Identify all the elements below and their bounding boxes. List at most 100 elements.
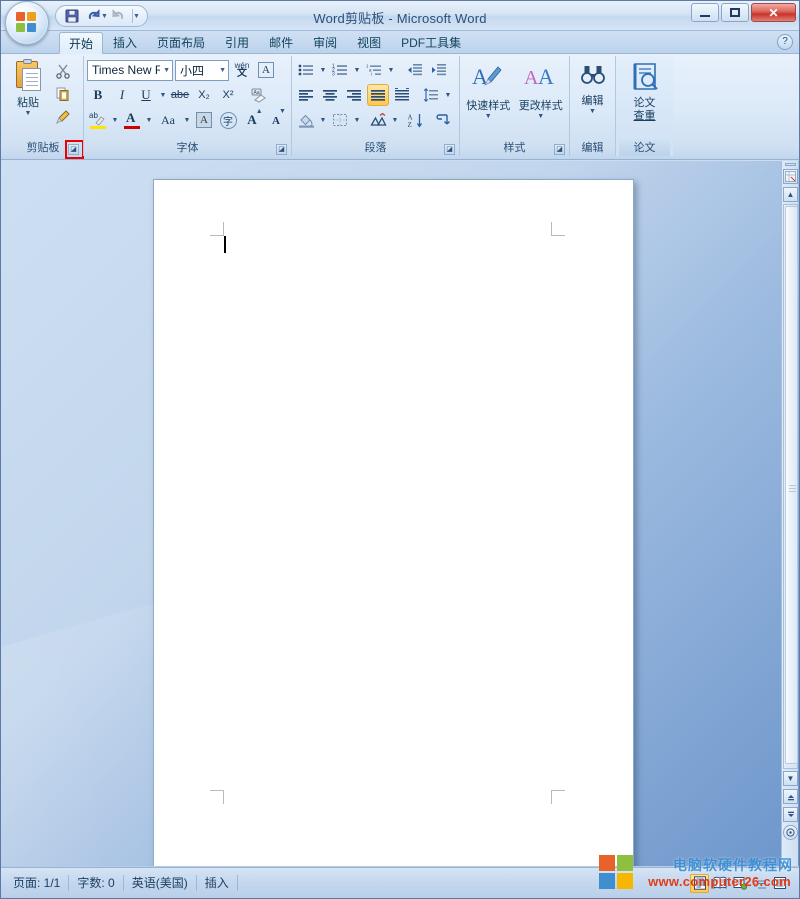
sort-button[interactable]: A Z bbox=[404, 109, 426, 131]
bold-button[interactable]: B bbox=[87, 84, 109, 106]
paste-dropdown-icon[interactable]: ▼ bbox=[25, 110, 32, 117]
superscript-button[interactable]: X² bbox=[217, 84, 239, 106]
italic-button[interactable]: I bbox=[111, 84, 133, 106]
show-marks-button[interactable] bbox=[431, 109, 453, 131]
thesis-check-button[interactable]: 论文 查重 bbox=[619, 58, 670, 130]
font-color-button[interactable]: A bbox=[121, 109, 143, 131]
tab-view[interactable]: 视图 bbox=[347, 31, 391, 53]
view-web-layout[interactable] bbox=[730, 874, 749, 893]
multilevel-list-button[interactable]: 1 a i bbox=[363, 59, 385, 81]
group-thesis: 论文 查重 论文 bbox=[615, 56, 673, 156]
highlight-dropdown-icon[interactable]: ▼ bbox=[111, 117, 119, 124]
char-shading-button[interactable]: A bbox=[193, 109, 215, 131]
line-spacing-dropdown-icon[interactable]: ▼ bbox=[444, 92, 452, 99]
view-outline[interactable] bbox=[750, 874, 769, 893]
font-dialog-launcher[interactable]: ◪ bbox=[276, 144, 287, 155]
align-left-button[interactable] bbox=[295, 84, 317, 106]
strikethrough-button[interactable]: abe bbox=[169, 84, 191, 106]
minimize-button[interactable] bbox=[691, 3, 719, 22]
borders-dropdown-icon[interactable]: ▼ bbox=[353, 117, 361, 124]
numbering-dropdown-icon[interactable]: ▼ bbox=[353, 67, 361, 74]
quick-styles-button[interactable]: A 快速样式 ▼ bbox=[463, 58, 514, 130]
maximize-button[interactable] bbox=[721, 3, 749, 22]
scroll-down-button[interactable]: ▼ bbox=[783, 771, 798, 786]
phonetic-guide-button[interactable]: wén文 bbox=[231, 59, 253, 81]
shading-dropdown-icon[interactable]: ▼ bbox=[319, 117, 327, 124]
font-size-input[interactable]: 小四 ▼ bbox=[175, 60, 229, 81]
line-spacing-button[interactable] bbox=[420, 84, 442, 106]
shading-button[interactable] bbox=[295, 109, 317, 131]
bullets-button[interactable] bbox=[295, 59, 317, 81]
align-justify-button[interactable] bbox=[367, 84, 389, 106]
quick-styles-dropdown-icon[interactable]: ▼ bbox=[485, 113, 492, 120]
clipboard-dialog-launcher[interactable]: ◪ bbox=[68, 144, 79, 155]
scrollbar-track[interactable] bbox=[783, 204, 798, 769]
margin-mark-bottom-left bbox=[210, 790, 224, 804]
asian-layout-button[interactable] bbox=[367, 109, 389, 131]
help-icon[interactable]: ? bbox=[777, 34, 793, 50]
select-browse-object-button[interactable] bbox=[783, 825, 798, 840]
scroll-up-button[interactable]: ▲ bbox=[783, 187, 798, 202]
tab-references[interactable]: 引用 bbox=[215, 31, 259, 53]
distribute-button[interactable] bbox=[391, 84, 413, 106]
subscript-button[interactable]: X₂ bbox=[193, 84, 215, 106]
tab-mailings[interactable]: 邮件 bbox=[259, 31, 303, 53]
chevron-down-icon[interactable]: ▼ bbox=[216, 67, 226, 74]
font-name-input[interactable]: Times New R ▼ bbox=[87, 60, 173, 81]
borders-button[interactable] bbox=[329, 109, 351, 131]
paste-button[interactable]: 粘贴 ▼ bbox=[6, 58, 50, 126]
previous-page-button[interactable] bbox=[783, 789, 798, 804]
underline-button[interactable]: U bbox=[135, 84, 157, 106]
status-language[interactable]: 英语(美国) bbox=[124, 873, 196, 893]
tab-page-layout[interactable]: 页面布局 bbox=[147, 31, 215, 53]
multilevel-dropdown-icon[interactable]: ▼ bbox=[387, 67, 395, 74]
chevron-down-icon[interactable]: ▼ bbox=[160, 67, 170, 74]
view-full-screen-reading[interactable] bbox=[710, 874, 729, 893]
view-draft[interactable] bbox=[770, 874, 789, 893]
view-page-layout[interactable] bbox=[690, 874, 709, 893]
change-case-icon: Aa bbox=[161, 113, 175, 128]
tab-review[interactable]: 审阅 bbox=[303, 31, 347, 53]
group-label-font: 字体 ◪ bbox=[87, 140, 288, 156]
bullets-dropdown-icon[interactable]: ▼ bbox=[319, 67, 327, 74]
editing-button[interactable]: 编辑 ▼ bbox=[573, 58, 612, 124]
paragraph-dialog-launcher[interactable]: ◪ bbox=[444, 144, 455, 155]
enclose-char-button[interactable]: 字 bbox=[217, 109, 239, 131]
tab-pdf-tools[interactable]: PDF工具集 bbox=[391, 31, 471, 53]
numbering-button[interactable]: 1 2 3 bbox=[329, 59, 351, 81]
align-right-button[interactable] bbox=[343, 84, 365, 106]
asian-layout-dropdown-icon[interactable]: ▼ bbox=[391, 117, 399, 124]
char-border-button[interactable]: A bbox=[255, 59, 277, 81]
format-painter-button[interactable] bbox=[52, 106, 74, 128]
change-styles-button[interactable]: A A 更改样式 ▼ bbox=[516, 58, 567, 130]
close-button[interactable]: ✕ bbox=[751, 3, 796, 22]
change-styles-dropdown-icon[interactable]: ▼ bbox=[537, 113, 544, 120]
editing-dropdown-icon[interactable]: ▼ bbox=[589, 108, 596, 115]
status-word-count[interactable]: 字数: 0 bbox=[69, 873, 122, 893]
font-color-dropdown-icon[interactable]: ▼ bbox=[145, 117, 153, 124]
change-case-dropdown-icon[interactable]: ▼ bbox=[183, 117, 191, 124]
status-insert-mode[interactable]: 插入 bbox=[197, 873, 237, 893]
grow-font-button[interactable]: A ▲ bbox=[241, 109, 263, 131]
increase-indent-button[interactable] bbox=[428, 59, 450, 81]
copy-button[interactable] bbox=[52, 83, 74, 105]
status-page-number[interactable]: 页面: 1/1 bbox=[5, 873, 68, 893]
split-window-handle[interactable] bbox=[785, 163, 796, 166]
tab-home[interactable]: 开始 bbox=[59, 32, 103, 54]
next-page-button[interactable] bbox=[783, 807, 798, 822]
shrink-font-button[interactable]: A ▼ bbox=[265, 109, 287, 131]
vertical-scrollbar[interactable]: ▲ ▼ bbox=[781, 161, 798, 866]
change-case-button[interactable]: Aa bbox=[155, 109, 181, 131]
align-center-button[interactable] bbox=[319, 84, 341, 106]
clear-formatting-button[interactable]: Aa bbox=[247, 84, 269, 106]
document-page[interactable] bbox=[153, 179, 634, 866]
underline-dropdown-icon[interactable]: ▼ bbox=[159, 92, 167, 99]
styles-dialog-launcher[interactable]: ◪ bbox=[554, 144, 565, 155]
text-highlight-button[interactable]: ab bbox=[87, 109, 109, 131]
decrease-indent-button[interactable] bbox=[404, 59, 426, 81]
tab-insert[interactable]: 插入 bbox=[103, 31, 147, 53]
scrollbar-thumb[interactable] bbox=[785, 206, 798, 764]
office-button[interactable] bbox=[5, 1, 49, 45]
cut-button[interactable] bbox=[52, 60, 74, 82]
ruler-toggle-button[interactable] bbox=[783, 169, 798, 184]
